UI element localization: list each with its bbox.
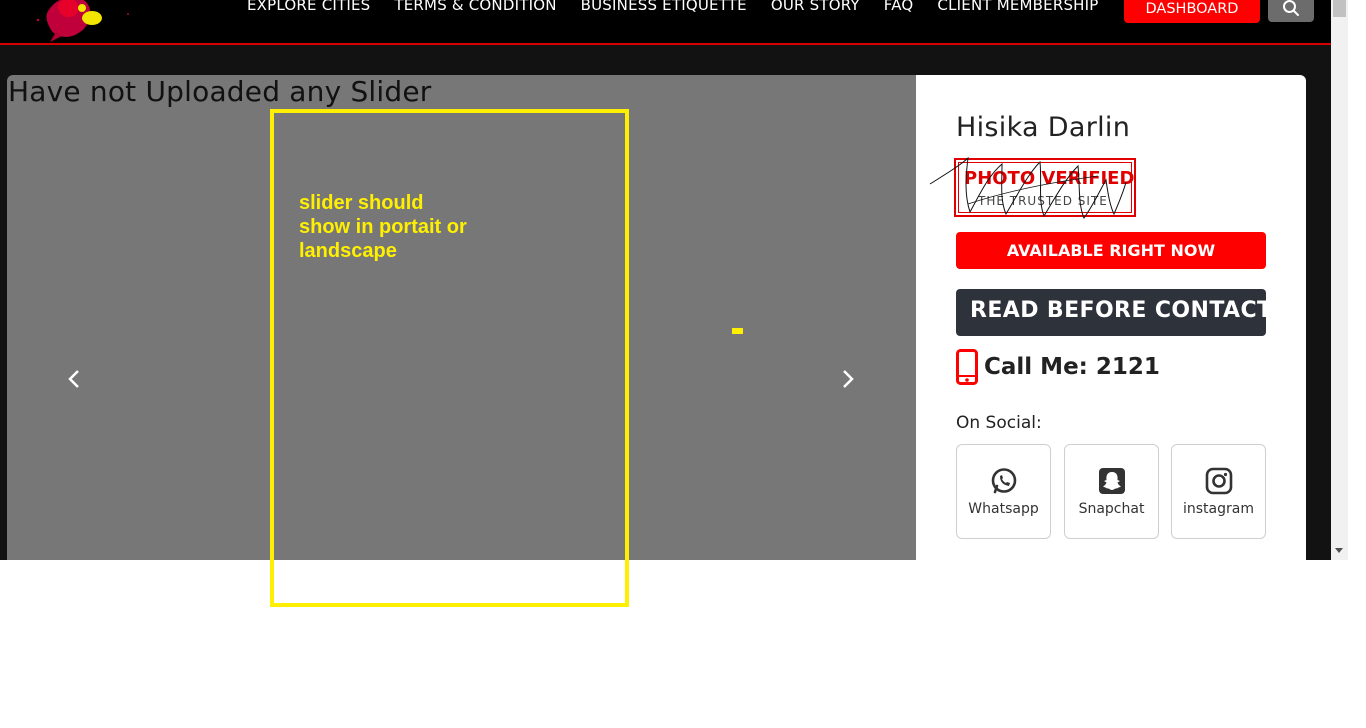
nav-explore-cities[interactable]: EXPLORE CITIES xyxy=(247,0,370,17)
profile-name: Hisika Darlin xyxy=(956,112,1131,143)
call-me[interactable]: Call Me: 2121 xyxy=(956,349,1160,385)
phone-icon xyxy=(956,349,978,385)
whatsapp-icon xyxy=(991,468,1017,494)
social-snapchat-button[interactable]: Snapchat xyxy=(1064,444,1159,539)
slider-empty-heading: Have not Uploaded any Slider xyxy=(8,75,432,108)
search-button[interactable] xyxy=(1268,0,1314,22)
available-now-button[interactable]: AVAILABLE RIGHT NOW xyxy=(956,232,1266,269)
annotation-mark xyxy=(732,328,743,334)
read-before-contacting-button[interactable]: READ BEFORE CONTACTING xyxy=(956,289,1266,336)
whatsapp-label: Whatsapp xyxy=(968,501,1039,517)
nav-terms-condition[interactable]: TERMS & CONDITION xyxy=(394,0,556,17)
site-logo[interactable] xyxy=(30,0,140,44)
verified-subtitle: THE TRUSTED SITE xyxy=(978,194,1108,208)
scrollbar-thumb[interactable] xyxy=(1333,0,1346,17)
social-instagram-button[interactable]: instagram xyxy=(1171,444,1266,539)
annotation-note: slider should show in portait or landsca… xyxy=(299,192,467,262)
nav-faq[interactable]: FAQ xyxy=(884,0,914,17)
nav-business-etiquette[interactable]: BUSINESS ETIQUETTE xyxy=(581,0,747,17)
scroll-down-arrow-icon[interactable] xyxy=(1335,548,1343,553)
on-social-label: On Social: xyxy=(956,413,1042,433)
verified-title: PHOTO VERIFIED xyxy=(964,168,1135,189)
snapchat-icon xyxy=(1099,468,1125,494)
nav-client-membership[interactable]: CLIENT MEMBERSHIP xyxy=(937,0,1098,17)
nav-menu: EXPLORE CITIES TERMS & CONDITION BUSINES… xyxy=(247,0,1123,17)
profile-panel: Hisika Darlin PHOTO VERIFIED THE TRUSTED… xyxy=(916,75,1306,560)
nav-our-story[interactable]: OUR STORY xyxy=(771,0,860,17)
social-whatsapp-button[interactable]: Whatsapp xyxy=(956,444,1051,539)
instagram-label: instagram xyxy=(1183,501,1254,517)
image-slider: Have not Uploaded any Slider xyxy=(7,75,916,560)
search-icon xyxy=(1283,0,1299,16)
photo-verified-stamp: PHOTO VERIFIED THE TRUSTED SITE xyxy=(929,156,1136,220)
page-scrollbar[interactable] xyxy=(1331,0,1348,560)
call-me-label: Call Me: 2121 xyxy=(984,354,1160,380)
chevron-right-icon[interactable] xyxy=(835,367,859,391)
instagram-icon xyxy=(1205,467,1233,495)
browser-viewport: EXPLORE CITIES TERMS & CONDITION BUSINES… xyxy=(0,0,1331,560)
snapchat-label: Snapchat xyxy=(1078,501,1145,517)
chevron-left-icon[interactable] xyxy=(63,367,87,391)
read-button-label: READ BEFORE CONTACTING xyxy=(970,298,1266,323)
dashboard-button[interactable]: DASHBOARD xyxy=(1124,0,1260,23)
top-navbar: EXPLORE CITIES TERMS & CONDITION BUSINES… xyxy=(0,0,1331,45)
